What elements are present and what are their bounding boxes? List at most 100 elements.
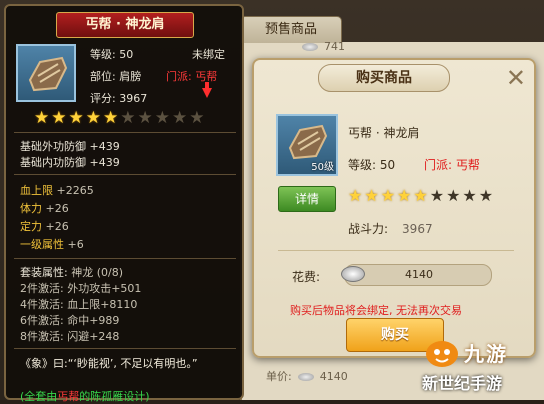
star-filled-icon: ★: [85, 108, 101, 128]
item-name: 丐帮 · 神龙肩: [348, 126, 420, 140]
price-value: 741: [324, 40, 345, 53]
bind-status: 未绑定: [192, 48, 225, 61]
level-badge: 50级: [311, 162, 334, 173]
cost-label: 花费:: [292, 270, 321, 284]
set-bonus-stat: 闪避: [67, 330, 90, 343]
silver-coin-icon: [341, 266, 365, 282]
close-icon[interactable]: ✕: [506, 66, 526, 90]
stat-value: +6: [67, 238, 84, 251]
star-empty-icon: ★: [154, 108, 170, 128]
star-empty-icon: ★: [462, 186, 477, 205]
stat-label: 血上限: [20, 184, 53, 197]
dialog-title: 购买商品: [318, 64, 450, 92]
score-value: 3967: [119, 92, 148, 105]
set-bonus-label: 4件激活:: [20, 298, 64, 311]
item-icon: [16, 44, 76, 102]
star-filled-icon: ★: [380, 186, 396, 205]
power-value: 3967: [402, 222, 433, 236]
set-bonus-stat: 血上限: [67, 298, 101, 311]
extra-stat-row: 血上限 +2265: [20, 182, 94, 198]
set-bonus-row: 6件激活: 命中+989: [20, 312, 119, 328]
sect-row: 门派: 丐帮: [424, 156, 480, 173]
stat-label: 一级属性: [20, 238, 64, 251]
extra-stat-row: 体力 +26: [20, 200, 69, 216]
star-filled-icon: ★: [34, 108, 50, 128]
stat-label: 体力: [20, 202, 42, 215]
star-filled-icon: ★: [51, 108, 67, 128]
star-filled-icon: ★: [413, 186, 428, 205]
score-row: 评分: 3967: [90, 90, 147, 106]
sect-row: 门派: 丐帮: [166, 68, 217, 84]
shoulder-armor-icon: [28, 56, 68, 92]
star-empty-icon: ★: [189, 108, 205, 128]
watermark-logo-icon: [426, 341, 458, 367]
star-empty-icon: ★: [429, 186, 445, 205]
sect-value: 丐帮: [455, 158, 480, 172]
star-empty-icon: ★: [446, 186, 461, 205]
star-rating: ★ ★ ★ ★ ★ ★ ★ ★ ★: [348, 186, 495, 205]
shoulder-armor-icon: [288, 124, 328, 160]
slot-value: 肩膀: [119, 70, 142, 83]
set-bonus-value: +989: [89, 314, 120, 327]
sect-label: 门派:: [424, 158, 453, 172]
set-label: 套装属性:: [20, 266, 68, 279]
set-bonus-value: +501: [111, 282, 142, 295]
level-label: 等级:: [90, 48, 116, 61]
set-bonus-row: 4件激活: 血上限+8110: [20, 296, 137, 312]
set-bonus-value: +8110: [100, 298, 138, 311]
set-value: 神龙 (0/8): [71, 266, 124, 279]
star-filled-icon: ★: [103, 108, 119, 128]
bind-warning: 购买后物品将会绑定, 无法再次交易: [290, 304, 462, 317]
star-filled-icon: ★: [364, 186, 379, 205]
level-value: 50: [379, 158, 396, 172]
star-filled-icon: ★: [68, 108, 84, 128]
stat-label: 定力: [20, 220, 42, 233]
note-sect: 丐帮: [57, 390, 80, 403]
star-rating: ★ ★ ★ ★ ★ ★ ★ ★ ★ ★: [34, 110, 207, 127]
set-bonus-label: 8件激活:: [20, 330, 64, 343]
stat-value: +26: [45, 202, 69, 215]
set-bonus-label: 6件激活:: [20, 314, 64, 327]
star-empty-icon: ★: [172, 108, 188, 128]
set-bonus-value: +248: [89, 330, 120, 343]
divider: [14, 348, 236, 349]
level-row: 等级: 50: [348, 156, 395, 173]
set-header: 套装属性: 神龙 (0/8): [20, 264, 123, 280]
divider: [14, 174, 236, 175]
cost-value: 4140: [405, 268, 433, 281]
list-item-price: 741: [296, 40, 345, 53]
star-filled-icon: ★: [397, 186, 412, 205]
item-title: 丐帮 · 神龙肩: [56, 12, 194, 38]
note-prefix: (全套由: [20, 390, 58, 403]
price-value: 4140: [319, 370, 348, 383]
slot-label: 部位:: [90, 70, 116, 83]
divider: [14, 258, 236, 259]
price-label: 单价:: [266, 370, 292, 383]
set-bonus-stat: 命中: [67, 314, 90, 327]
combat-power-row: 战斗力: 3967: [348, 220, 433, 237]
set-bonus-row: 8件激活: 闪避+248: [20, 328, 119, 344]
stat-value: +439: [89, 140, 120, 153]
watermark-site: 新世纪手游: [422, 374, 503, 393]
silver-coin-icon: [302, 43, 318, 51]
star-empty-icon: ★: [137, 108, 153, 128]
extra-stat-row: 定力 +26: [20, 218, 69, 234]
divider: [278, 250, 514, 251]
set-bonus-stat: 外功攻击: [67, 282, 112, 295]
stat-value: +26: [45, 220, 69, 233]
star-filled-icon: ★: [348, 186, 363, 205]
downgrade-arrow-icon: [202, 82, 212, 98]
stat-label: 基础内功防御: [20, 156, 86, 169]
item-description: 《象》曰:“‘眇能视’, 不足以有明也。”: [20, 357, 198, 370]
tab-presale-items[interactable]: 预售商品: [240, 16, 342, 43]
set-bonus-row: 2件激活: 外功攻击+501: [20, 280, 141, 296]
level-label: 等级:: [348, 158, 377, 172]
details-button[interactable]: 详情: [278, 186, 336, 212]
silver-coin-icon: [297, 373, 314, 381]
item-tooltip: 丐帮 · 神龙肩 等级: 50 未绑定 部位: 肩膀 门派: 丐帮 评分: 39…: [4, 4, 244, 403]
star-empty-icon: ★: [120, 108, 136, 128]
divider: [14, 132, 236, 133]
item-icon[interactable]: 50级: [276, 114, 338, 176]
sect-label: 门派:: [166, 70, 192, 83]
star-empty-icon: ★: [478, 186, 494, 205]
